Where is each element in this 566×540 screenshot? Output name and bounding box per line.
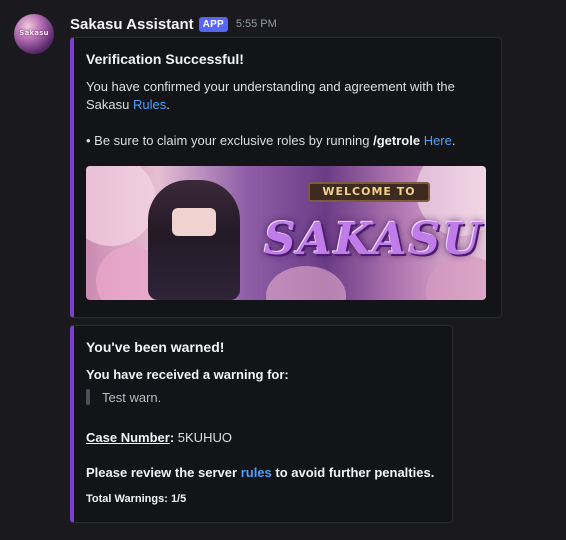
rules-link[interactable]: Rules [133, 97, 166, 112]
blossom-shape [266, 266, 346, 300]
description-period: . [166, 97, 170, 112]
timestamp[interactable]: 5:55 PM [236, 18, 277, 30]
message-header: Sakasu Assistant APP 5:55 PM [70, 14, 277, 34]
description-prefix: Sakasu [86, 97, 130, 112]
case-number-label: Case Number [86, 430, 170, 445]
bullet-period: . [451, 133, 456, 148]
quote-bar [86, 389, 90, 405]
embed-verification: Verification Successful! You have confir… [70, 37, 502, 318]
review-row: Please review the server rules to avoid … [86, 464, 451, 482]
review-prefix: Please review the server [86, 465, 238, 480]
brand-logo-text: SAKASU [264, 214, 483, 265]
embed-bullet: • Be sure to claim your exclusive roles … [86, 132, 496, 150]
bullet-text: • Be sure to claim your exclusive roles … [86, 133, 370, 148]
embed-warning: You've been warned! You have received a … [70, 325, 453, 523]
welcome-sign: WELCOME TO [308, 182, 430, 202]
here-link[interactable]: Here [424, 133, 452, 148]
warning-label: You have received a warning for: [86, 367, 289, 382]
embed-description: You have confirmed your understanding an… [86, 78, 496, 114]
chat-message: Sakasu Sakasu Assistant APP 5:55 PM Veri… [0, 0, 566, 540]
warning-reason: Test warn. [102, 389, 162, 405]
warning-quote: Test warn. [86, 388, 161, 406]
embed-title: Verification Successful! [86, 51, 244, 67]
blossom-shape [86, 166, 156, 246]
review-suffix: to avoid further penalties. [275, 465, 435, 480]
description-line-2: Sakasu Rules. [86, 96, 496, 114]
case-number-value: 5KUHUO [177, 430, 232, 445]
avatar-logo-text: Sakasu [19, 29, 49, 37]
total-warnings: Total Warnings: 1/5 [86, 493, 187, 505]
avatar[interactable]: Sakasu [14, 14, 54, 54]
character-figure [148, 180, 240, 300]
case-number-separator: : [169, 430, 175, 445]
case-number-row: Case Number: 5KUHUO [86, 429, 232, 447]
rules-link[interactable]: rules [241, 465, 272, 480]
username[interactable]: Sakasu Assistant [70, 16, 194, 33]
embed-title: You've been warned! [86, 339, 225, 355]
character-face [172, 208, 216, 236]
app-badge: APP [198, 16, 228, 32]
welcome-banner-image[interactable]: WELCOME TO SAKASU [86, 166, 486, 300]
command-text: /getrole [373, 133, 421, 148]
description-line-1: You have confirmed your understanding an… [86, 79, 455, 94]
